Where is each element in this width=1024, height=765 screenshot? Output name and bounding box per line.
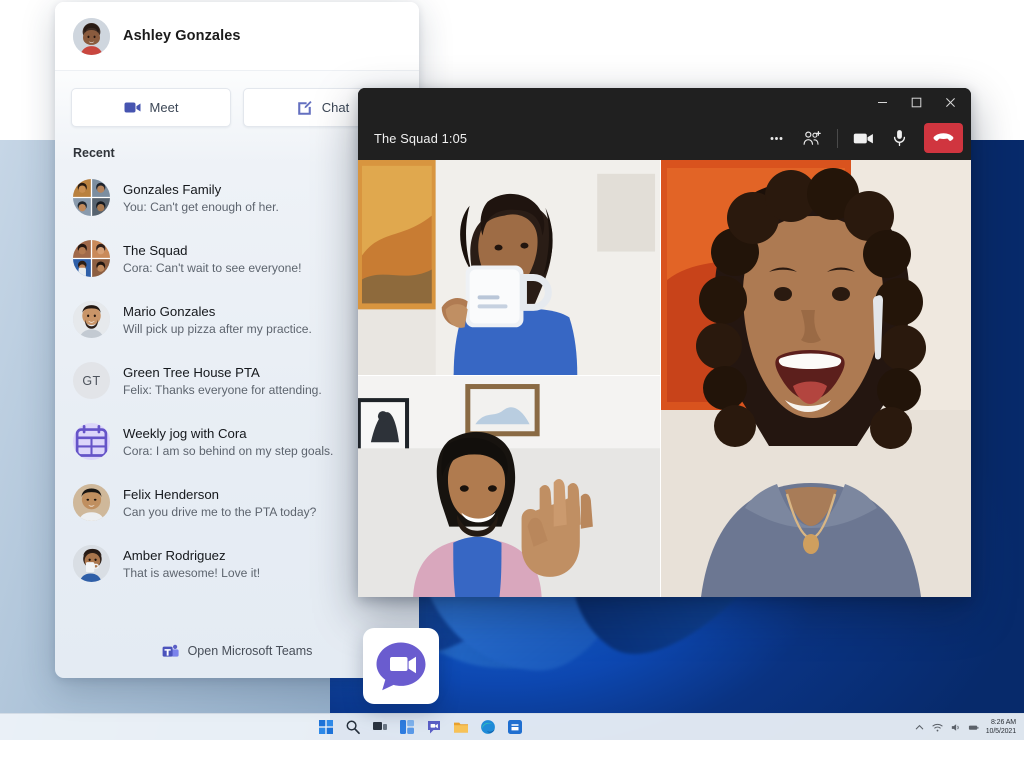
- chat-preview: That is awesome! Love it!: [123, 565, 261, 580]
- avatar-ashley: [73, 17, 110, 55]
- chat-title: The Squad: [123, 242, 188, 258]
- participant-video-laughing-woman[interactable]: [661, 160, 971, 597]
- list-item-text: Felix Henderson Can you drive me to the …: [123, 486, 316, 520]
- avatar-amber-rodriguez: [73, 545, 110, 582]
- clock-date: 10/5/2021: [985, 727, 1016, 735]
- chat-preview: Felix: Thanks everyone for attending.: [123, 382, 322, 397]
- add-people-button[interactable]: [796, 123, 828, 153]
- calendar-icon: [75, 424, 108, 457]
- ellipsis-icon: [770, 136, 782, 140]
- toolbar-divider: [837, 128, 838, 148]
- taskbar: 8:26 AM 10/5/2021: [0, 713, 1024, 740]
- taskbar-clock[interactable]: 8:26 AM 10/5/2021: [986, 719, 1016, 736]
- chat-title: Felix Henderson: [123, 486, 220, 502]
- video-grid: [358, 160, 971, 597]
- file-explorer-icon[interactable]: [453, 719, 469, 735]
- window-chrome: [358, 88, 971, 116]
- minimize-icon: [877, 101, 887, 103]
- meeting-toolbar: The Squad 1:05: [358, 116, 971, 160]
- system-tray: 8:26 AM 10/5/2021: [914, 714, 1016, 740]
- list-item-text: The Squad Cora: Can't wait to see everyo…: [123, 242, 301, 276]
- microsoft-store-icon[interactable]: [507, 719, 523, 735]
- start-icon[interactable]: [318, 719, 334, 735]
- chat-icon[interactable]: [426, 719, 442, 735]
- volume-icon[interactable]: [950, 722, 961, 733]
- list-item-text: Weekly jog with Cora Cora: I am so behin…: [123, 425, 333, 459]
- camera-toggle-button[interactable]: [847, 123, 879, 153]
- meeting-title: The Squad 1:05: [374, 130, 468, 146]
- chat-preview: Cora: I am so behind on my step goals.: [123, 443, 334, 458]
- maximize-icon: [911, 97, 921, 107]
- list-item-text: Amber Rodriguez That is awesome! Love it…: [123, 547, 260, 581]
- hangup-phone-icon: [933, 133, 954, 141]
- list-item-text: Green Tree House PTA Felix: Thanks every…: [123, 364, 322, 398]
- video-grid-left-column: [358, 160, 661, 597]
- meet-button[interactable]: Meet: [71, 88, 231, 127]
- minimize-button[interactable]: [865, 88, 899, 116]
- close-icon: [945, 97, 955, 107]
- chat-title: Mario Gonzales: [123, 303, 216, 319]
- wifi-icon[interactable]: [932, 722, 943, 733]
- chat-preview: Can you drive me to the PTA today?: [123, 504, 317, 519]
- taskbar-icon-group: [318, 719, 523, 735]
- open-teams-label: Open Microsoft Teams: [187, 644, 313, 658]
- search-icon[interactable]: [345, 719, 361, 735]
- microsoft-teams-icon: [162, 644, 179, 657]
- avatar-the-squad: [73, 240, 110, 277]
- avatar-initials-gt: GT: [73, 362, 110, 399]
- chevron-up-icon[interactable]: [914, 722, 925, 733]
- compose-chat-icon: [297, 100, 312, 115]
- participant-video-waving-man[interactable]: [358, 376, 660, 597]
- list-item-text: Mario Gonzales Will pick up pizza after …: [123, 303, 312, 337]
- avatar-mario-gonzales: [73, 301, 110, 338]
- maximize-button[interactable]: [899, 88, 933, 116]
- participant-video-coffee-woman[interactable]: [358, 160, 660, 376]
- avatar-gonzales-family: [73, 179, 110, 216]
- chat-preview: You: Can't get enough of her.: [123, 199, 279, 214]
- list-item-text: Gonzales Family You: Can't get enough of…: [123, 181, 279, 215]
- screenshot-root: 8:26 AM 10/5/2021 Ashley Gonzales Meet C…: [0, 0, 1024, 765]
- widgets-icon[interactable]: [399, 719, 415, 735]
- edge-icon[interactable]: [480, 719, 496, 735]
- add-people-icon: [803, 130, 821, 145]
- microphone-icon: [893, 130, 905, 147]
- chat-title: Green Tree House PTA: [123, 364, 260, 380]
- meet-button-label: Meet: [149, 100, 179, 115]
- chat-preview: Cora: Can't wait to see everyone!: [123, 260, 302, 275]
- chat-button-label: Chat: [321, 100, 350, 115]
- chat-preview: Will pick up pizza after my practice.: [123, 321, 312, 336]
- microphone-toggle-button[interactable]: [883, 123, 915, 153]
- close-button[interactable]: [933, 88, 967, 116]
- chat-title: Gonzales Family: [123, 181, 222, 197]
- task-view-icon[interactable]: [372, 719, 388, 735]
- windows-chat-app-icon[interactable]: [363, 628, 439, 704]
- avatar-weekly-jog: [73, 423, 110, 460]
- hangup-button[interactable]: [924, 123, 963, 153]
- clock-time: 8:26 AM: [991, 719, 1016, 726]
- camera-icon: [853, 133, 873, 143]
- chat-title: Amber Rodriguez: [123, 547, 226, 563]
- meeting-window: The Squad 1:05: [358, 88, 971, 597]
- panel-header: Ashley Gonzales: [55, 2, 419, 71]
- chat-bubble-video-icon: [376, 642, 426, 691]
- battery-icon[interactable]: [968, 722, 979, 733]
- user-name: Ashley Gonzales: [123, 28, 241, 44]
- more-options-button[interactable]: [760, 123, 792, 153]
- chat-title: Weekly jog with Cora: [123, 425, 247, 441]
- video-camera-icon: [124, 102, 141, 113]
- meeting-controls: [760, 123, 963, 153]
- avatar-felix-henderson: [73, 484, 110, 521]
